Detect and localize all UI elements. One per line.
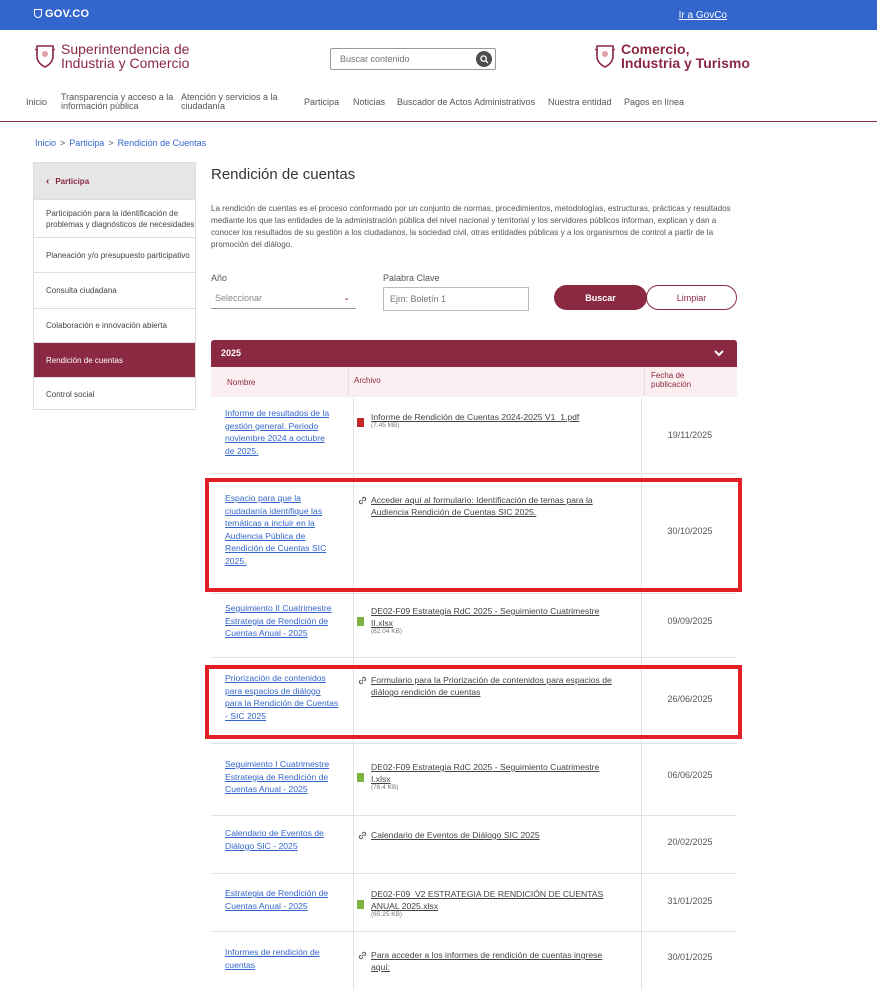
- nav-item-pagos[interactable]: Pagos en línea: [624, 98, 684, 107]
- row-date: 20/02/2025: [667, 837, 713, 847]
- sidebar-item-rendicion[interactable]: Rendición de cuentas: [34, 343, 195, 378]
- mincit-logo[interactable]: Comercio, Industria y Turismo: [594, 42, 750, 70]
- form-link[interactable]: Para acceder a los informes de rendición…: [371, 949, 631, 973]
- xlsx-icon: [357, 617, 364, 626]
- ir-a-govco-link[interactable]: Ir a GovCo: [679, 10, 727, 21]
- govco-logo[interactable]: GOV.CO: [34, 8, 89, 20]
- year-accordion-2025[interactable]: 2025: [211, 340, 737, 367]
- nav-item-participa[interactable]: Participa: [304, 98, 339, 107]
- col-nombre: Nombre: [227, 378, 256, 387]
- breadcrumb: Inicio > Participa > Rendición de Cuentas: [35, 138, 207, 148]
- row-name-link[interactable]: Informe de resultados de la gestión gener…: [225, 407, 345, 457]
- chevron-left-icon: ‹: [46, 175, 50, 187]
- nav-item-inicio[interactable]: Inicio: [26, 98, 47, 107]
- limpiar-button[interactable]: Limpiar: [646, 285, 737, 310]
- search-button[interactable]: [476, 51, 492, 67]
- chevron-down-icon: [714, 350, 724, 357]
- breadcrumb-rendicion[interactable]: Rendición de Cuentas: [118, 138, 207, 148]
- nav-item-transparencia[interactable]: Transparencia y acceso a la información p…: [61, 93, 173, 111]
- coat-of-arms-icon: [594, 43, 616, 69]
- table-row: Seguimiento II Cuatrimestre Estrategia de…: [211, 594, 737, 658]
- file-link[interactable]: DE02-F09 Estrategia RdC 2025 - Seguimien…: [371, 761, 631, 785]
- highlight-box: [205, 665, 742, 739]
- file-link[interactable]: DE02-F09_V2 ESTRATEGIA DE RENDICIÓN DE C…: [371, 888, 631, 912]
- row-date: 09/09/2025: [667, 616, 713, 626]
- intro-paragraph: La rendición de cuentas es el proceso co…: [211, 204, 731, 249]
- sidebar-item-consulta[interactable]: Consulta ciudadana: [34, 273, 195, 309]
- chevron-down-icon: ⌄: [343, 293, 350, 302]
- col-archivo: Archivo: [354, 376, 381, 385]
- coat-of-arms-icon: [34, 43, 56, 69]
- sidebar-item-planeacion[interactable]: Planeación y/o presupuesto participativo: [34, 238, 195, 273]
- table-row: Informes de rendición de cuentas Para acc…: [211, 932, 737, 990]
- xlsx-icon: [357, 773, 364, 782]
- row-name-link[interactable]: Estrategia de Rendición de Cuentas Anual …: [225, 887, 345, 912]
- row-name-link[interactable]: Seguimiento II Cuatrimestre Estrategia de…: [225, 602, 345, 640]
- link-icon: [357, 948, 368, 966]
- form-link[interactable]: Calendario de Eventos de Diálogo SIC 202…: [371, 829, 631, 841]
- row-date: 06/06/2025: [667, 770, 713, 780]
- row-date: 19/11/2025: [667, 430, 713, 440]
- row-name-link[interactable]: Calendario de Eventos de Diálogo SIC - 20…: [225, 827, 345, 852]
- row-name-link[interactable]: Seguimiento I Cuatrimestre Estrategia de …: [225, 758, 345, 796]
- file-link[interactable]: Informe de Rendición de Cuentas 2024-202…: [371, 411, 631, 423]
- sidebar-item-control-social[interactable]: Control social: [34, 378, 195, 410]
- file-link[interactable]: DE02-F09 Estrategia RdC 2025 - Seguimien…: [371, 605, 631, 629]
- breadcrumb-inicio[interactable]: Inicio: [35, 138, 56, 148]
- row-date: 30/01/2025: [667, 952, 713, 962]
- sidebar: ‹ Participa Participación para la identif…: [33, 162, 196, 410]
- pdf-icon: [357, 418, 364, 427]
- table-header: Nombre Archivo Fecha de publicación: [211, 367, 737, 397]
- govco-shield-icon: [34, 9, 42, 18]
- page-title: Rendición de cuentas: [211, 166, 356, 183]
- year-label: Año: [211, 273, 228, 283]
- table-row: Estrategia de Rendición de Cuentas Anual …: [211, 874, 737, 932]
- row-name-link[interactable]: Informes de rendición de cuentas: [225, 946, 345, 971]
- xlsx-icon: [357, 900, 364, 909]
- table-row: Calendario de Eventos de Diálogo SIC - 20…: [211, 816, 737, 874]
- nav-item-noticias[interactable]: Noticias: [353, 98, 385, 107]
- sidebar-item-colaboracion[interactable]: Colaboración e innovación abierta: [34, 309, 195, 343]
- sidebar-header-participa[interactable]: ‹ Participa: [34, 163, 195, 200]
- search-input[interactable]: [331, 49, 461, 69]
- buscar-button[interactable]: Buscar: [554, 285, 647, 310]
- row-date: 31/01/2025: [667, 896, 713, 906]
- sic-logo[interactable]: Superintendencia de Industria y Comercio: [34, 42, 189, 70]
- year-select[interactable]: Seleccionar ⌄: [211, 288, 356, 309]
- keyword-input[interactable]: [383, 287, 529, 311]
- highlight-box: [205, 478, 742, 592]
- search-icon: [479, 54, 489, 64]
- main-nav: Inicio Transparencia y acceso a la inform…: [0, 85, 877, 122]
- nav-item-buscador-actos[interactable]: Buscador de Actos Administrativos: [397, 98, 535, 107]
- table-row: Seguimiento I Cuatrimestre Estrategia de …: [211, 744, 737, 816]
- col-fecha: Fecha de publicación: [651, 371, 692, 389]
- search-box: [330, 48, 496, 70]
- keyword-label: Palabra Clave: [383, 273, 440, 283]
- sidebar-item-participacion-diagnosticos[interactable]: Participación para la identificación de p…: [34, 200, 195, 238]
- link-icon: [357, 828, 368, 846]
- site-header: Superintendencia de Industria y Comercio …: [0, 30, 877, 85]
- breadcrumb-participa[interactable]: Participa: [69, 138, 104, 148]
- nav-item-atencion[interactable]: Atención y servicios a la ciudadanía: [181, 93, 278, 111]
- nav-item-nuestra-entidad[interactable]: Nuestra entidad: [548, 98, 612, 107]
- table-row: Informe de resultados de la gestión gener…: [211, 398, 737, 474]
- govco-bar: GOV.CO Ir a GovCo: [0, 0, 877, 30]
